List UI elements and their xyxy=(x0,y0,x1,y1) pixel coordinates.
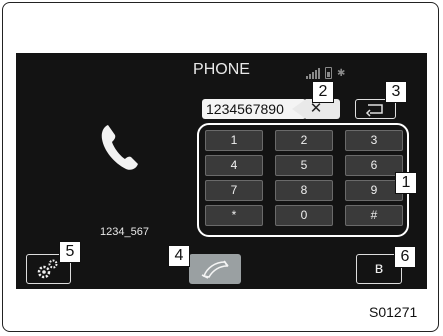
key-3[interactable]: 3 xyxy=(345,130,403,151)
key-2[interactable]: 2 xyxy=(275,130,333,151)
bluetooth-icon: ✱ xyxy=(337,68,346,79)
key-hash[interactable]: # xyxy=(345,205,403,226)
status-bar: ✱ xyxy=(306,67,345,79)
key-7[interactable]: 7 xyxy=(205,180,263,201)
call-button[interactable] xyxy=(189,254,241,284)
keypad: 1 2 3 4 5 6 7 8 9 * 0 # xyxy=(197,123,409,237)
handset-icon xyxy=(101,125,138,170)
callout-2: 2 xyxy=(312,81,334,103)
callout-5: 5 xyxy=(59,241,81,263)
battery-icon xyxy=(325,67,332,79)
key-8[interactable]: 8 xyxy=(275,180,333,201)
signal-icon xyxy=(306,67,320,79)
bluetooth-icon: ʙ xyxy=(374,260,384,277)
call-icon xyxy=(201,260,229,279)
key-4[interactable]: 4 xyxy=(205,155,263,176)
number-input[interactable]: 1234567890 xyxy=(202,99,306,119)
callout-3: 3 xyxy=(385,81,407,103)
key-5[interactable]: 5 xyxy=(275,155,333,176)
figure-code: S01271 xyxy=(369,304,418,320)
key-0[interactable]: 0 xyxy=(275,205,333,226)
key-star[interactable]: * xyxy=(205,205,263,226)
callout-6: 6 xyxy=(394,246,416,268)
caller-id: 1234_567 xyxy=(100,226,149,238)
callout-1: 1 xyxy=(395,172,417,194)
key-1[interactable]: 1 xyxy=(205,130,263,151)
page-title: PHONE xyxy=(193,61,250,78)
callout-4: 4 xyxy=(168,245,190,267)
